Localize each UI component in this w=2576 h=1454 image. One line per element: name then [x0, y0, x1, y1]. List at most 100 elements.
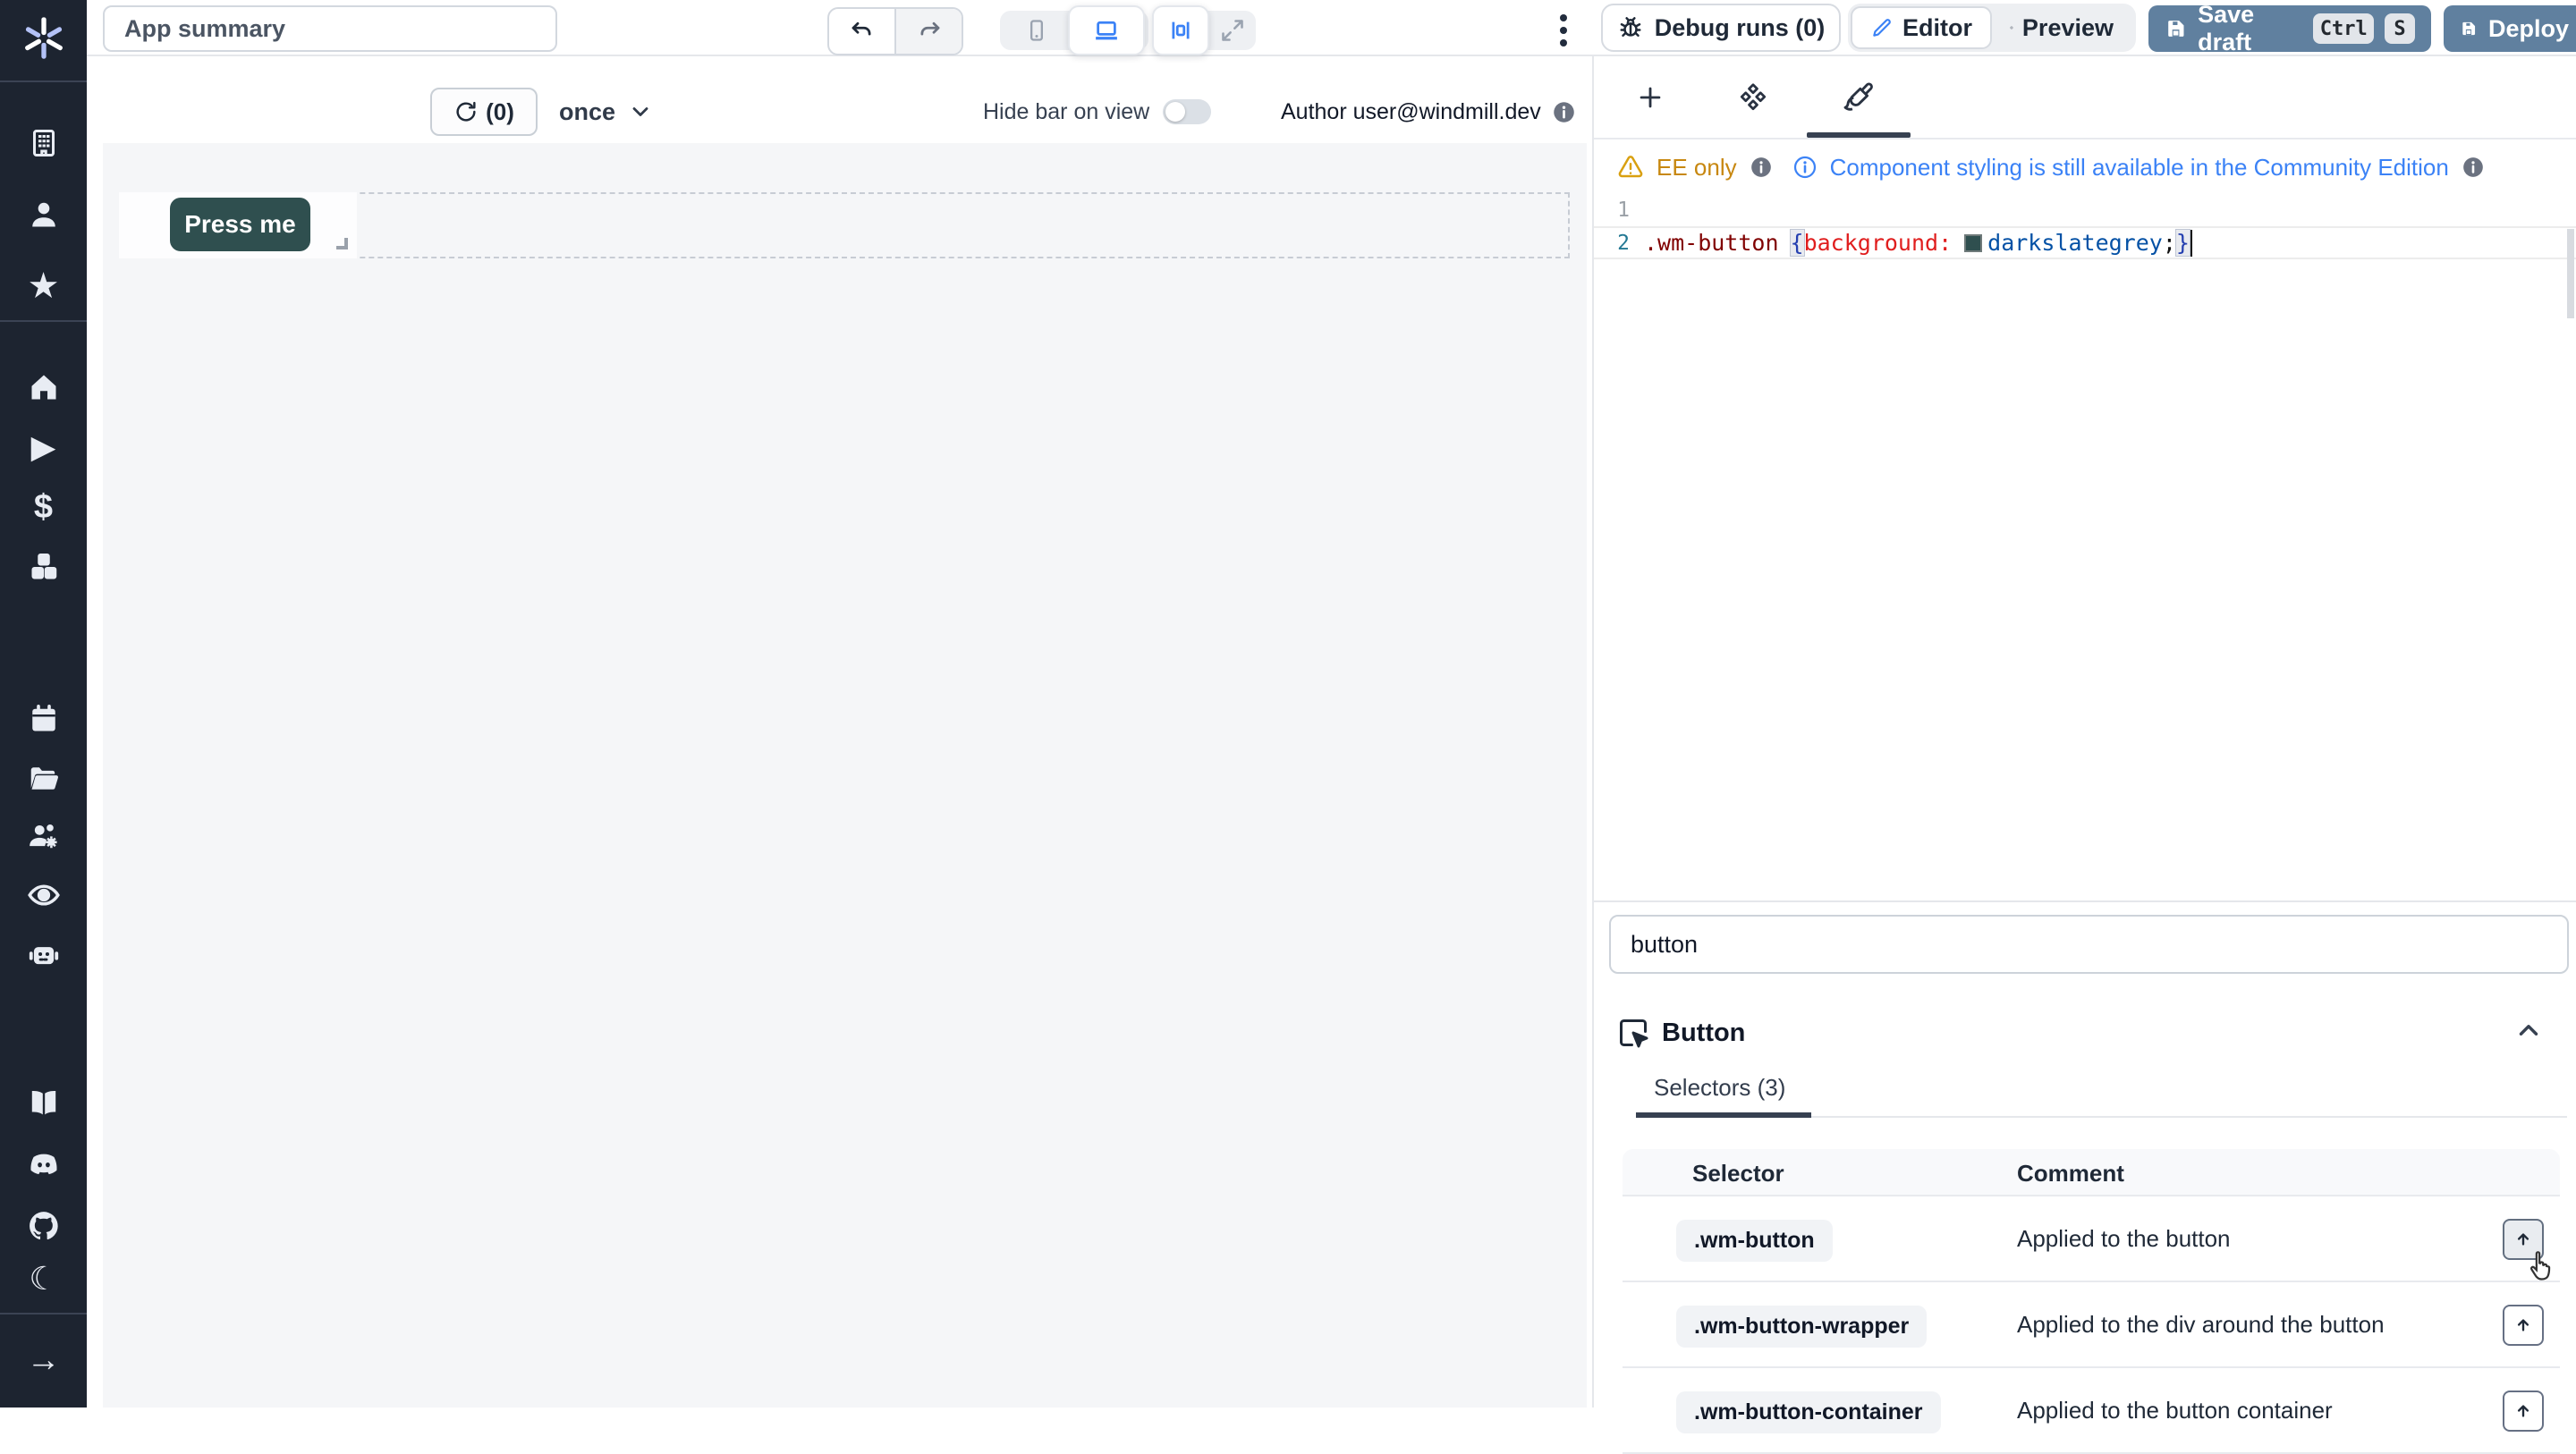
selector-comment: Applied to the button — [2017, 1225, 2231, 1253]
component-search-input[interactable] — [1609, 915, 2569, 974]
app-summary-input[interactable] — [103, 5, 557, 52]
tab-styling[interactable] — [1839, 78, 1878, 117]
groups-users-gear-icon[interactable] — [0, 819, 87, 853]
resources-cubes-icon[interactable] — [0, 551, 87, 583]
left-sidebar: ★ ▶ $ — [0, 0, 87, 1408]
app-canvas: (0) once Hide bar on view Author user@wi… — [87, 56, 1592, 1408]
arrow-up-icon — [2512, 1399, 2535, 1423]
runs-play-icon[interactable]: ▶ — [0, 431, 87, 463]
resize-handle[interactable] — [336, 238, 348, 249]
center-canvas-button[interactable] — [1152, 5, 1209, 55]
section-title: Button — [1662, 1019, 1745, 1048]
center-align-icon — [1167, 17, 1194, 44]
undo-button[interactable] — [829, 9, 894, 54]
info-icon[interactable] — [1750, 156, 1773, 179]
device-toggle-group — [1000, 11, 1148, 50]
panel-divider — [1594, 900, 2576, 902]
pencil-icon — [1870, 16, 1894, 39]
discord-icon[interactable] — [0, 1148, 87, 1182]
mobile-view-button[interactable] — [1000, 11, 1073, 50]
press-me-button[interactable]: Press me — [170, 198, 310, 251]
deploy-button[interactable]: Deploy — [2444, 5, 2576, 52]
arrow-up-icon — [2512, 1314, 2535, 1337]
save-floppy-icon — [2460, 16, 2478, 41]
insert-selector-button[interactable] — [2503, 1391, 2544, 1432]
audit-eye-icon[interactable] — [0, 878, 87, 912]
layout-toggle-group — [1154, 11, 1256, 50]
preview-label: Preview — [2022, 14, 2114, 42]
column-header-comment: Comment — [2017, 1160, 2124, 1188]
home-icon[interactable] — [0, 371, 87, 403]
info-icon[interactable] — [2462, 156, 2485, 179]
info-icon[interactable] — [1552, 100, 1576, 124]
run-mode-dropdown[interactable]: once — [559, 88, 653, 136]
selector-comment: Applied to the div around the button — [2017, 1311, 2385, 1339]
chevron-down-icon — [628, 99, 653, 124]
tab-selectors[interactable]: Selectors (3) — [1654, 1074, 1785, 1102]
grid-row[interactable]: Press me — [119, 192, 1570, 258]
canvas-background[interactable] — [103, 143, 1587, 1408]
css-code-editor[interactable]: 1 2 .wm-button { background: darkslategr… — [1594, 193, 2576, 900]
author-info: Author user@windmill.dev — [1281, 88, 1576, 136]
text-cursor — [2190, 230, 2192, 257]
css-selector-token: .wm-button — [1644, 230, 1779, 256]
user-icon[interactable] — [0, 199, 87, 231]
community-edition-note: Component styling is still available in … — [1830, 154, 2449, 182]
panel-tabs — [1594, 56, 2576, 139]
tab-preview[interactable]: Preview — [1992, 6, 2131, 49]
workers-robot-icon[interactable] — [0, 937, 87, 971]
refresh-runs-button[interactable]: (0) — [430, 88, 538, 136]
toggle-knob — [1165, 102, 1185, 122]
line-number: 2 — [1594, 232, 1644, 255]
kbd-s: S — [2385, 13, 2415, 44]
ee-only-label: EE only — [1657, 154, 1737, 182]
tab-components[interactable] — [1733, 78, 1773, 117]
selector-comment: Applied to the button container — [2017, 1397, 2333, 1424]
preview-eye-icon — [2010, 16, 2013, 39]
active-tab-underline — [1807, 132, 1911, 138]
redo-button[interactable] — [894, 9, 962, 54]
semicolon-token: ; — [2163, 230, 2176, 256]
dark-mode-moon-icon[interactable]: ☾ — [0, 1263, 87, 1295]
table-header: Selector Comment — [1623, 1149, 2560, 1196]
bug-icon — [1617, 14, 1644, 41]
more-options-kebab-icon[interactable] — [1554, 14, 1573, 46]
variables-dollar-icon[interactable]: $ — [0, 490, 87, 524]
favorites-star-icon[interactable]: ★ — [0, 268, 87, 304]
code-line-active[interactable]: 2 .wm-button { background: darkslategrey… — [1594, 226, 2576, 259]
css-value-token: darkslategrey — [1987, 230, 2163, 256]
sidebar-divider — [0, 80, 87, 82]
desktop-view-button[interactable] — [1068, 5, 1145, 55]
chevron-up-icon — [2513, 1015, 2544, 1045]
button-component-cell[interactable]: Press me — [119, 192, 357, 258]
github-icon[interactable] — [0, 1209, 87, 1243]
docs-book-icon[interactable] — [0, 1086, 87, 1119]
debug-runs-label: Debug runs (0) — [1655, 14, 1826, 42]
top-bar: Debug runs (0) Editor Preview Save draft… — [87, 0, 2576, 56]
collapse-section-button[interactable] — [2513, 1015, 2544, 1045]
collapse-arrow-right-icon[interactable]: → — [0, 1343, 87, 1377]
schedules-calendar-icon[interactable] — [0, 703, 87, 735]
arrow-up-icon — [2512, 1228, 2535, 1251]
undo-redo-group — [827, 7, 963, 55]
selector-chip: .wm-button — [1676, 1220, 1833, 1262]
author-label: Author user@windmill.dev — [1281, 99, 1541, 125]
tab-insert-component[interactable] — [1631, 78, 1670, 117]
selector-chip: .wm-button-container — [1676, 1391, 1941, 1433]
workspace-building-icon[interactable] — [0, 127, 87, 159]
insert-selector-button[interactable] — [2503, 1305, 2544, 1346]
editor-scrollbar[interactable] — [2567, 229, 2574, 318]
fullscreen-button[interactable] — [1209, 11, 1256, 50]
editor-preview-toggle: Editor Preview — [1848, 4, 2136, 52]
save-draft-button[interactable]: Save draft Ctrl S — [2148, 5, 2431, 52]
tab-editor[interactable]: Editor — [1851, 6, 1992, 49]
insert-selector-button[interactable] — [2503, 1219, 2544, 1260]
debug-runs-button[interactable]: Debug runs (0) — [1601, 4, 1841, 52]
sidebar-divider — [0, 320, 87, 322]
code-line[interactable]: 1 — [1594, 193, 2576, 226]
ee-notice-row: EE only Component styling is still avail… — [1594, 141, 2576, 193]
folders-icon[interactable] — [0, 762, 87, 794]
button-section-header[interactable]: Button — [1594, 1006, 2576, 1060]
hide-bar-toggle[interactable] — [1163, 99, 1211, 124]
styling-panel: EE only Component styling is still avail… — [1592, 56, 2576, 1408]
